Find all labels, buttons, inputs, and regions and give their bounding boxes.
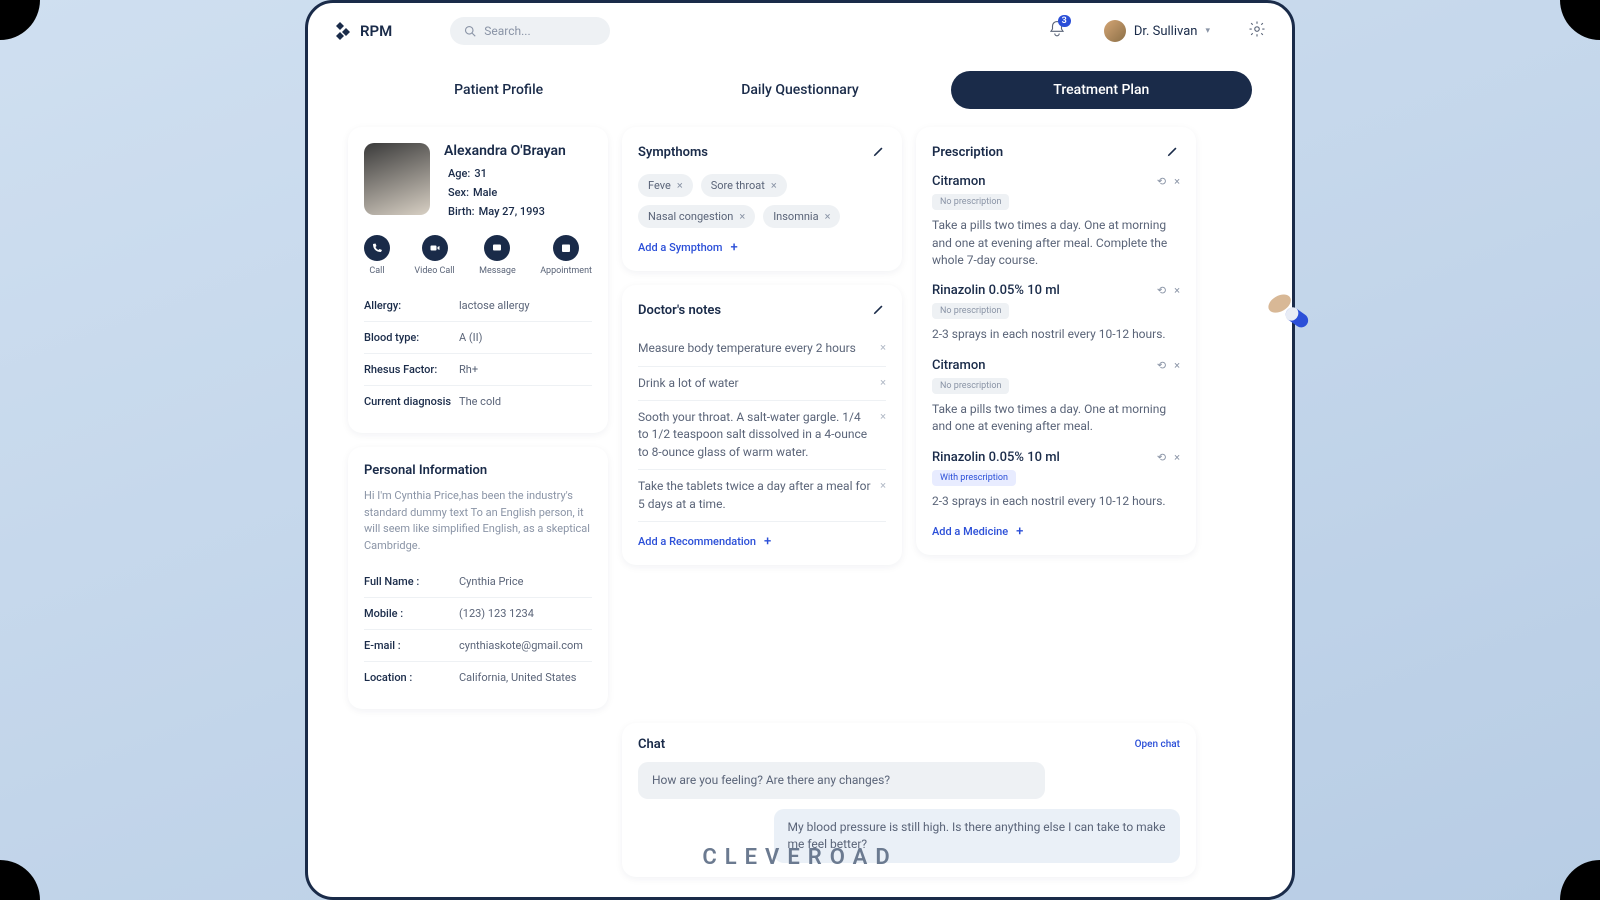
patient-name: Alexandra O'Brayan	[444, 143, 566, 159]
remove-rx-button[interactable]: ×	[1174, 451, 1180, 464]
edit-prescription-button[interactable]	[1166, 143, 1180, 162]
refresh-rx-button[interactable]: ⟲	[1157, 451, 1166, 464]
pencil-icon	[1166, 144, 1180, 158]
pencil-icon	[872, 302, 886, 316]
symptoms-card: Sympthoms Feve× Sore throat× Nasal congest…	[622, 127, 902, 271]
prescription-card: Prescription Citramon⟲×No prescriptionTa…	[916, 127, 1196, 555]
calendar-icon	[560, 242, 572, 254]
remove-rx-button[interactable]: ×	[1174, 175, 1180, 188]
tab-treatment-plan[interactable]: Treatment Plan	[951, 71, 1252, 109]
personal-desc: Hi I'm Cynthia Price,has been the indust…	[364, 488, 592, 554]
remove-rx-button[interactable]: ×	[1174, 284, 1180, 297]
appointment-button[interactable]: Appointment	[540, 235, 592, 276]
note-item: Drink a lot of water×	[638, 367, 886, 401]
call-button[interactable]: Call	[364, 235, 390, 276]
add-medicine-button[interactable]: Add a Medicine+	[932, 524, 1180, 539]
footer-brand: CLEVEROAD	[702, 845, 897, 870]
chat-msg-doctor: How are you feeling? Are there any chang…	[638, 762, 1045, 799]
note-item: Measure body temperature every 2 hours×	[638, 332, 886, 366]
brand-label: RPM	[360, 22, 392, 40]
refresh-rx-button[interactable]: ⟲	[1157, 359, 1166, 372]
remove-note-button[interactable]: ×	[880, 478, 886, 513]
notes-title: Doctor's notes	[638, 303, 721, 318]
video-icon	[429, 242, 441, 254]
topbar: RPM Search... 3 Dr. Sullivan ▾	[308, 3, 1292, 59]
pencil-icon	[872, 144, 886, 158]
patient-meta: Age:31 Sex:Male Birth:May 27, 1993	[444, 165, 566, 221]
plus-icon: +	[764, 534, 771, 549]
rx-item: Citramon⟲×No prescriptionTake a pills tw…	[932, 358, 1180, 436]
rx-item: Rinazolin 0.05% 10 ml⟲×With prescription…	[932, 450, 1180, 510]
symptom-chip: Insomnia×	[763, 205, 840, 228]
phone-icon	[371, 242, 383, 254]
col-right: Prescription Citramon⟲×No prescriptionTa…	[916, 127, 1196, 709]
rx-item: Rinazolin 0.05% 10 ml⟲×No prescription2-…	[932, 283, 1180, 343]
patient-card: Alexandra O'Brayan Age:31 Sex:Male Birth…	[348, 127, 608, 433]
notif-badge: 3	[1058, 15, 1071, 27]
personal-info-card: Personal Information Hi I'm Cynthia Pric…	[348, 447, 608, 709]
remove-chip-button[interactable]: ×	[771, 179, 777, 192]
plus-icon: +	[1016, 524, 1023, 539]
patient-actions: Call Video Call Message Appointment	[364, 235, 592, 276]
remove-rx-button[interactable]: ×	[1174, 359, 1180, 372]
remove-chip-button[interactable]: ×	[825, 210, 831, 223]
chat-title: Chat	[638, 737, 665, 752]
edit-symptoms-button[interactable]	[872, 143, 886, 162]
search-icon	[464, 25, 476, 37]
note-item: Sooth your throat. A salt-water gargle. …	[638, 401, 886, 470]
gear-icon	[1248, 20, 1266, 38]
col-left: Alexandra O'Brayan Age:31 Sex:Male Birth…	[348, 127, 608, 709]
add-recommendation-button[interactable]: Add a Recommendation+	[638, 534, 886, 549]
patient-photo	[364, 143, 430, 215]
remove-note-button[interactable]: ×	[880, 340, 886, 357]
message-icon	[491, 242, 503, 254]
remove-chip-button[interactable]: ×	[677, 179, 683, 192]
tab-daily-questionnary[interactable]: Daily Questionnary	[649, 71, 950, 109]
doctors-notes-card: Doctor's notes Measure body temperature …	[622, 285, 902, 565]
message-button[interactable]: Message	[479, 235, 516, 276]
notifications-button[interactable]: 3	[1048, 20, 1066, 42]
tabs: Patient Profile Daily Questionnary Treat…	[308, 59, 1292, 117]
personal-title: Personal Information	[364, 463, 592, 478]
avatar	[1104, 20, 1126, 42]
col-middle: Sympthoms Feve× Sore throat× Nasal congest…	[622, 127, 902, 709]
user-menu[interactable]: Dr. Sullivan ▾	[1104, 20, 1210, 42]
edit-notes-button[interactable]	[872, 301, 886, 320]
chevron-down-icon: ▾	[1205, 26, 1210, 36]
open-chat-button[interactable]: Open chat	[1135, 739, 1180, 750]
settings-button[interactable]	[1248, 20, 1266, 42]
symptom-chip: Sore throat×	[701, 174, 787, 197]
add-symptom-button[interactable]: Add a Sympthom+	[638, 240, 886, 255]
app-window: RPM Search... 3 Dr. Sullivan ▾ Patient P…	[305, 0, 1295, 899]
rx-title: Prescription	[932, 145, 1003, 160]
remove-note-button[interactable]: ×	[880, 375, 886, 392]
symptom-chip: Nasal congestion×	[638, 205, 755, 228]
search-input[interactable]: Search...	[450, 17, 610, 45]
symptoms-title: Sympthoms	[638, 145, 708, 160]
user-name: Dr. Sullivan	[1134, 24, 1198, 39]
plus-icon: +	[731, 240, 738, 255]
symptom-chip: Feve×	[638, 174, 693, 197]
refresh-rx-button[interactable]: ⟲	[1157, 284, 1166, 297]
refresh-rx-button[interactable]: ⟲	[1157, 175, 1166, 188]
tab-patient-profile[interactable]: Patient Profile	[348, 71, 649, 109]
brand: RPM	[334, 22, 392, 40]
video-call-button[interactable]: Video Call	[414, 235, 454, 276]
logo-icon	[334, 22, 352, 40]
remove-note-button[interactable]: ×	[880, 409, 886, 461]
search-placeholder: Search...	[484, 24, 530, 38]
note-item: Take the tablets twice a day after a mea…	[638, 470, 886, 522]
remove-chip-button[interactable]: ×	[739, 210, 745, 223]
rx-item: Citramon⟲×No prescriptionTake a pills tw…	[932, 174, 1180, 269]
